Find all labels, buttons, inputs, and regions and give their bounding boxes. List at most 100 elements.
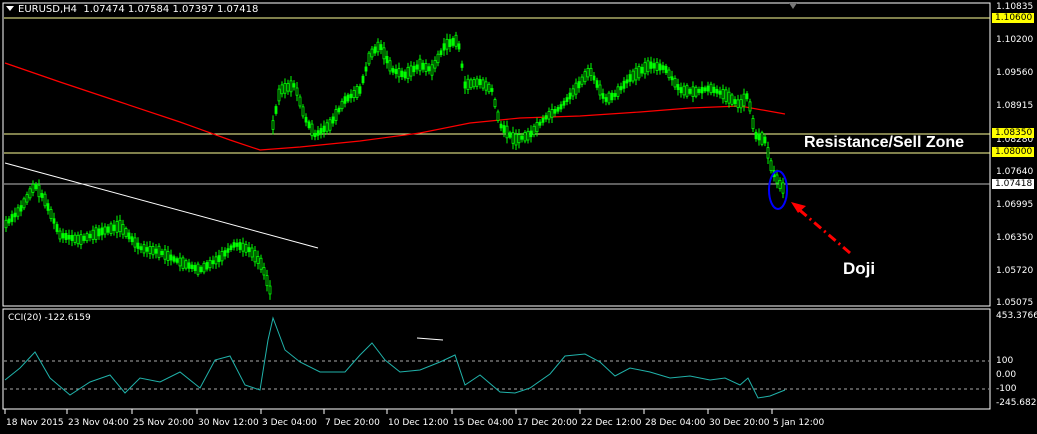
candle-body <box>577 81 581 89</box>
candle-body <box>220 251 224 262</box>
candle-body <box>622 80 626 89</box>
cci-axis-zero: 0.00 <box>996 370 1017 380</box>
candle-body <box>31 183 35 193</box>
candle-body <box>394 69 398 75</box>
candle-body <box>760 132 764 145</box>
candle-body <box>583 71 587 83</box>
candle-body <box>682 85 686 96</box>
candle-body <box>316 130 320 136</box>
candle-body <box>130 236 134 243</box>
candle-body <box>706 85 710 92</box>
candle-body <box>643 62 647 75</box>
candle-body <box>445 38 449 50</box>
candle-body <box>520 135 524 140</box>
candle-body <box>343 96 347 104</box>
price-tick: 1.06995 <box>996 200 1034 210</box>
candle-body <box>232 242 236 248</box>
candle-body <box>223 250 227 257</box>
candle-body <box>736 99 740 108</box>
horizontal-levels[interactable] <box>4 17 990 185</box>
candle-body <box>349 93 353 99</box>
candle-body <box>310 123 314 137</box>
candle-body <box>718 90 722 95</box>
candle-body <box>73 234 77 243</box>
shift-marker-icon[interactable] <box>789 3 797 9</box>
time-tick: 23 Nov 04:00 <box>68 418 129 428</box>
candle-body <box>337 107 341 113</box>
candle-body <box>112 224 116 231</box>
candle-body <box>547 111 551 120</box>
candle-body <box>391 68 395 73</box>
candle-body <box>625 79 629 84</box>
candle-body <box>205 262 209 270</box>
candle-body <box>472 79 476 88</box>
candle-body <box>19 205 23 212</box>
candle-body <box>67 234 71 240</box>
cci-indicator-line <box>4 316 786 399</box>
candle-body <box>562 100 566 106</box>
candle-body <box>409 65 413 77</box>
candle-body <box>457 43 461 50</box>
price-chart[interactable] <box>0 0 1037 434</box>
candle-body <box>16 207 20 217</box>
candle-body <box>259 257 263 270</box>
candle-body <box>778 179 782 189</box>
candle-body <box>7 218 11 224</box>
candle-body <box>55 224 59 232</box>
candle-body <box>82 235 86 241</box>
chart-window[interactable]: EURUSD,H4 1.07474 1.07584 1.07397 1.0741… <box>0 0 1037 434</box>
candle-body <box>190 264 194 269</box>
candle-body <box>439 50 443 55</box>
candle-body <box>730 94 734 105</box>
candle-body <box>688 88 692 94</box>
candle-body <box>196 263 200 275</box>
candle-body <box>712 86 716 93</box>
candle-body <box>724 89 728 102</box>
main-pane-border <box>2 2 991 307</box>
candle-body <box>496 111 500 121</box>
candle-body <box>556 107 560 112</box>
candle-body <box>697 88 701 93</box>
candle-body <box>466 78 470 90</box>
candle-body <box>346 94 350 102</box>
candle-body <box>22 198 26 209</box>
candle-body <box>373 46 377 54</box>
candle-body <box>535 122 539 133</box>
candle-body <box>742 93 746 107</box>
candle-body <box>325 122 329 132</box>
candle-body <box>412 65 416 73</box>
cci-axis-max: 453.3766 <box>996 311 1037 321</box>
trendline[interactable] <box>4 162 319 249</box>
candle-body <box>241 242 245 252</box>
candle-body <box>748 101 752 112</box>
candle-body <box>319 128 323 134</box>
candle-body <box>601 93 605 99</box>
candle-body <box>463 81 467 89</box>
candle-body <box>85 233 89 242</box>
candle-body <box>91 229 95 240</box>
candle-body <box>355 86 359 98</box>
candle-body <box>133 237 137 248</box>
candle-body <box>538 121 542 126</box>
candle-body <box>226 248 230 253</box>
candle-body <box>553 109 557 114</box>
candle-body <box>430 64 434 76</box>
candle-body <box>295 87 299 96</box>
candle-body <box>739 99 743 109</box>
candle-body <box>61 233 65 239</box>
cci-pane-border <box>2 308 991 410</box>
candle-body <box>700 86 704 94</box>
candle-body <box>571 88 575 97</box>
candle-body <box>238 242 242 250</box>
dropdown-triangle-icon[interactable] <box>6 6 14 11</box>
doji-label: Doji <box>843 259 876 278</box>
candle-body <box>331 116 335 124</box>
candle-body <box>523 131 527 142</box>
candle-body <box>124 228 128 237</box>
candle-body <box>169 254 173 261</box>
time-ticks <box>4 409 773 414</box>
candle-body <box>211 260 215 265</box>
candle-body <box>307 121 311 129</box>
candle-body <box>679 87 683 94</box>
candle-body <box>433 59 437 69</box>
